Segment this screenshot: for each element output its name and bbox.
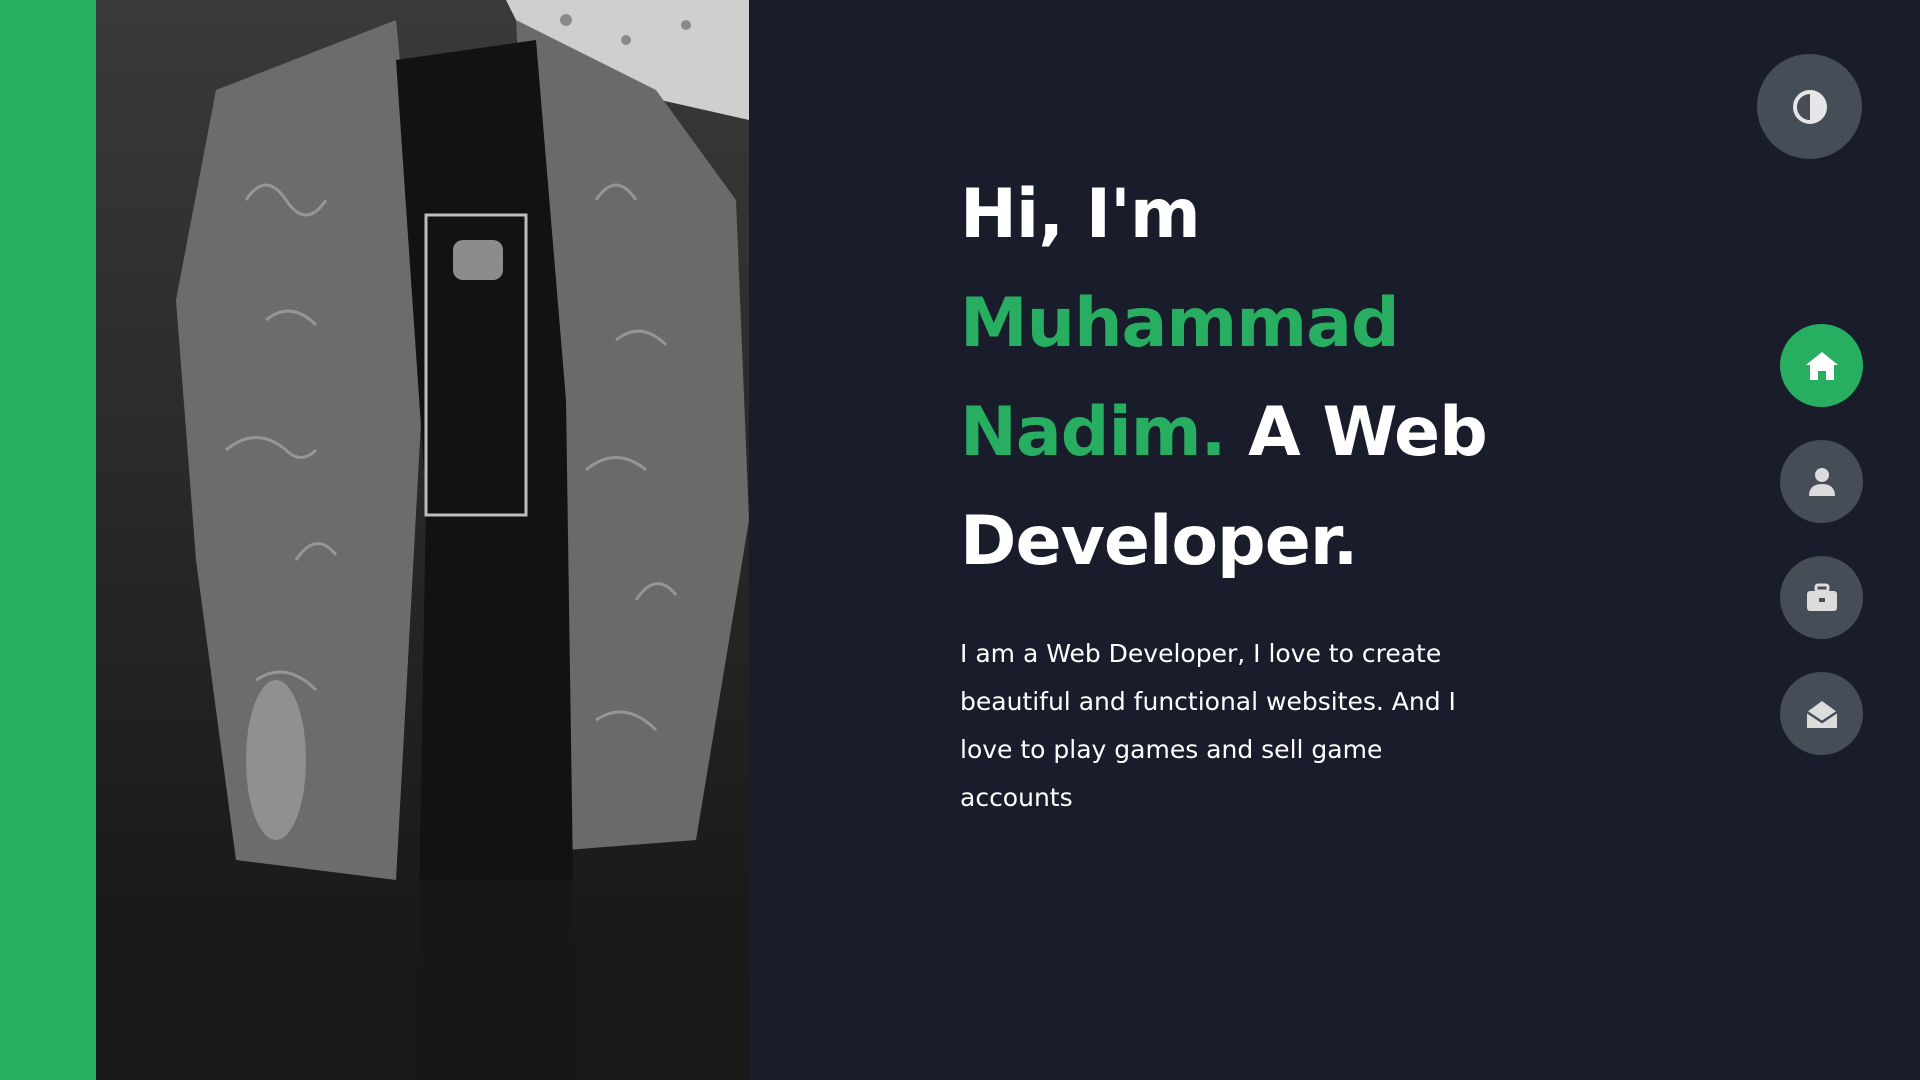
profile-photo-image — [96, 0, 749, 1080]
profile-photo — [96, 0, 749, 1080]
briefcase-icon — [1806, 583, 1837, 611]
hero-heading: Hi, I'm Muhammad Nadim. A Web Developer. — [960, 160, 1520, 596]
nav-home-button[interactable] — [1780, 324, 1863, 407]
user-icon — [1808, 467, 1835, 496]
hero-description: I am a Web Developer, I love to create b… — [960, 639, 1456, 812]
hero-section: Hi, I'm Muhammad Nadim. A Web Developer.… — [960, 160, 1520, 822]
hero-greeting: Hi, I'm — [960, 175, 1201, 254]
nav-contact-button[interactable] — [1780, 672, 1863, 755]
envelope-open-icon — [1805, 700, 1838, 728]
nav-about-button[interactable] — [1780, 440, 1863, 523]
side-nav — [1780, 324, 1863, 788]
nav-portfolio-button[interactable] — [1780, 556, 1863, 639]
contrast-icon — [1792, 89, 1827, 124]
accent-strip — [0, 0, 96, 1080]
theme-toggle-button[interactable] — [1757, 54, 1862, 159]
home-icon — [1805, 351, 1838, 380]
